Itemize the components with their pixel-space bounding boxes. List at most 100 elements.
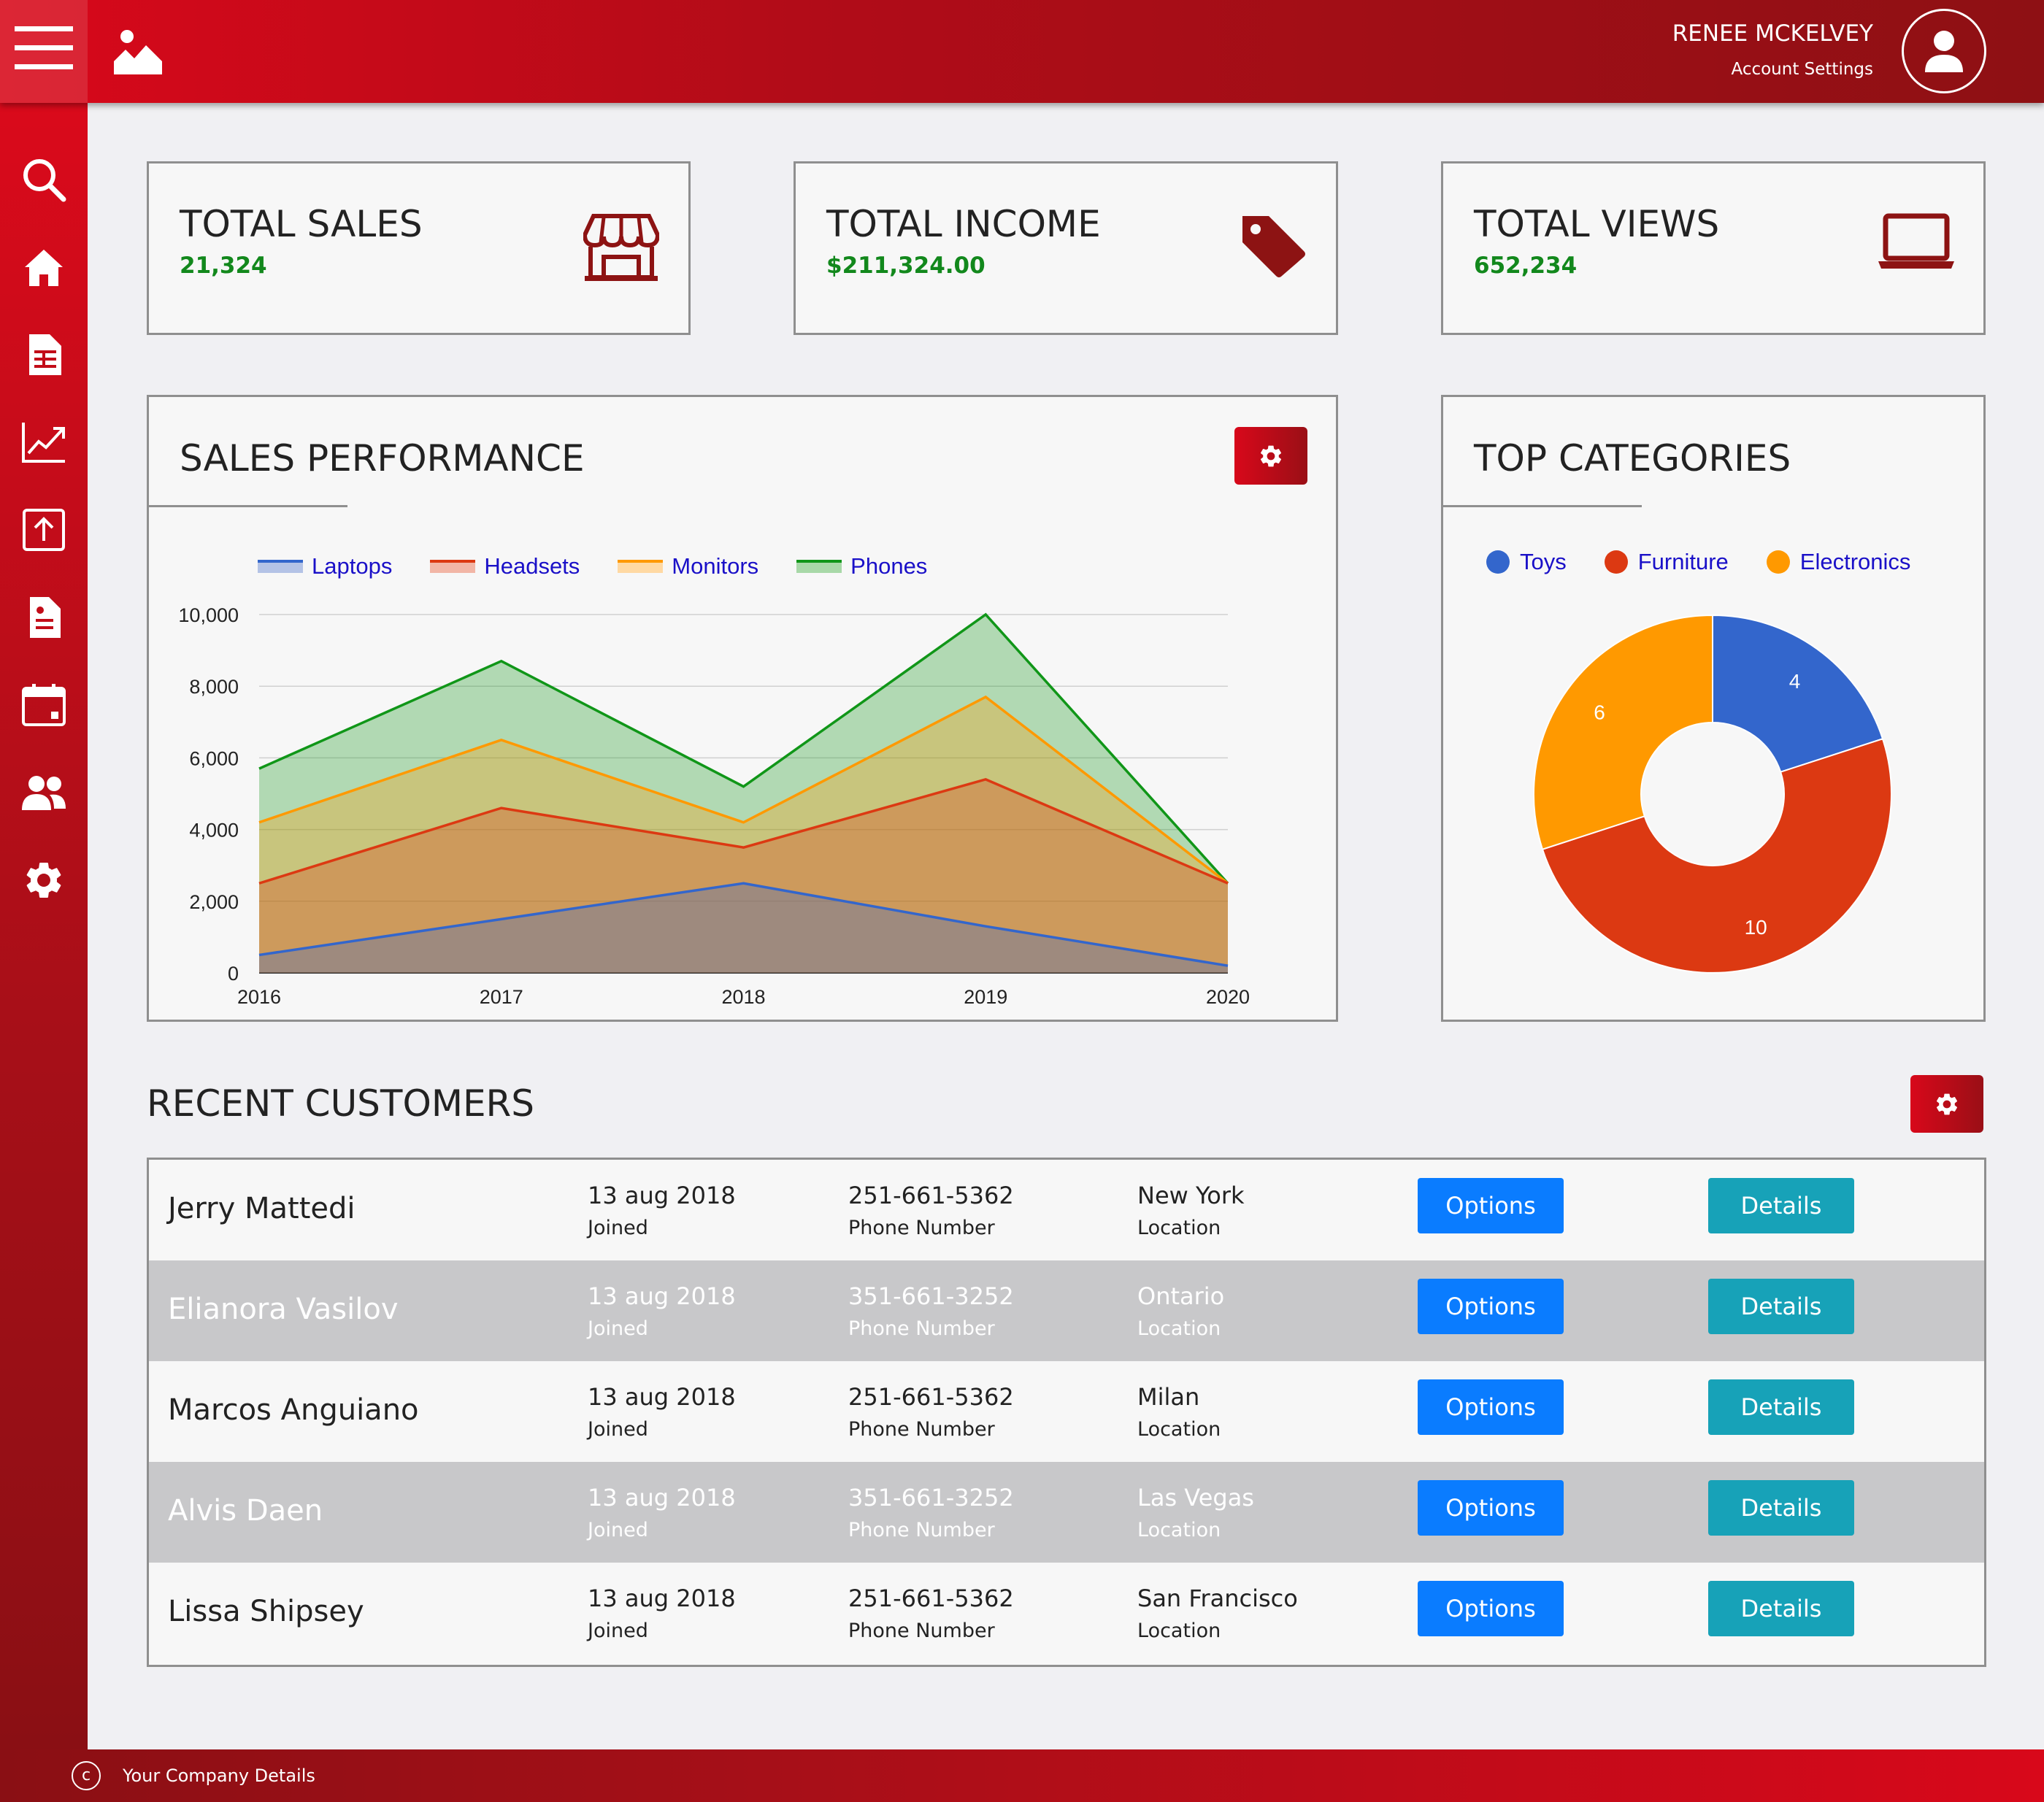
gear-icon (1936, 1093, 1958, 1114)
customer-name[interactable]: Elianora Vasilov (168, 1293, 399, 1326)
store-icon (583, 214, 659, 281)
user-name[interactable]: RENEE MCKELVEY (1672, 20, 1873, 47)
location-label: Location (1137, 1418, 1221, 1441)
home-icon (25, 250, 63, 286)
location-label: Location (1137, 1519, 1221, 1541)
phone-label: Phone Number (848, 1217, 995, 1239)
stat-value: $211,324.00 (826, 253, 986, 279)
joined-date: 13 aug 2018 (588, 1182, 736, 1209)
phone-number: 251-661-5362 (848, 1182, 1014, 1209)
options-button[interactable]: Options (1418, 1480, 1564, 1536)
location: San Francisco (1137, 1585, 1298, 1612)
location: Ontario (1137, 1282, 1225, 1310)
stat-card-total-income: TOTAL INCOME $211,324.00 (794, 161, 1338, 335)
x-tick-label: 2017 (480, 986, 523, 1008)
customer-name[interactable]: Marcos Anguiano (168, 1393, 419, 1427)
slice-value-label: 6 (1594, 701, 1605, 723)
details-button[interactable]: Details (1708, 1279, 1854, 1334)
recent-customers-title: RECENT CUSTOMERS (147, 1082, 535, 1125)
phone-label: Phone Number (848, 1317, 995, 1340)
sidebar-item-analytics[interactable] (0, 406, 88, 479)
avatar[interactable] (1902, 9, 1986, 93)
phone-label: Phone Number (848, 1519, 995, 1541)
slice-value-label: 4 (1789, 670, 1801, 693)
image-icon[interactable] (114, 28, 162, 74)
donut-slice-electronics[interactable] (1533, 614, 1713, 850)
user-icon (1925, 31, 1963, 72)
location: Las Vegas (1137, 1484, 1254, 1512)
stat-card-total-sales: TOTAL SALES 21,324 (147, 161, 691, 335)
customers-table: Jerry Mattedi 13 aug 2018 Joined 251-661… (147, 1158, 1986, 1667)
stat-title: TOTAL SALES (180, 203, 423, 245)
details-button[interactable]: Details (1708, 1379, 1854, 1435)
users-icon (22, 776, 66, 810)
joined-date: 13 aug 2018 (588, 1585, 736, 1612)
phone-number: 251-661-5362 (848, 1383, 1014, 1411)
sidebar-item-search[interactable] (0, 143, 88, 216)
footer-company-details[interactable]: Your Company Details (123, 1766, 315, 1786)
sidebar-item-home[interactable] (0, 231, 88, 304)
customer-name[interactable]: Lissa Shipsey (168, 1595, 364, 1628)
phone-number: 251-661-5362 (848, 1585, 1014, 1612)
stat-value: 652,234 (1474, 253, 1578, 279)
x-tick-label: 2016 (237, 986, 281, 1008)
options-button[interactable]: Options (1418, 1279, 1564, 1334)
x-tick-label: 2020 (1206, 986, 1250, 1008)
sidebar-item-calendar[interactable] (0, 669, 88, 742)
categories-donut-chart: 4 10 6 (1533, 614, 1892, 974)
search-icon (23, 159, 66, 202)
y-tick-label: 6,000 (189, 747, 239, 769)
joined-label: Joined (588, 1418, 648, 1441)
customer-name[interactable]: Jerry Mattedi (168, 1192, 355, 1225)
joined-label: Joined (588, 1620, 648, 1642)
options-button[interactable]: Options (1418, 1178, 1564, 1233)
stat-title: TOTAL VIEWS (1474, 203, 1720, 245)
sidebar-item-reports[interactable] (0, 581, 88, 654)
table-row: Alvis Daen 13 aug 2018 Joined 351-661-32… (149, 1462, 1984, 1563)
phone-label: Phone Number (848, 1620, 995, 1642)
y-tick-label: 0 (228, 963, 239, 985)
top-bar: RENEE MCKELVEY Account Settings (0, 0, 2044, 103)
details-button[interactable]: Details (1708, 1581, 1854, 1636)
stat-value: 21,324 (180, 253, 267, 279)
menu-button[interactable] (0, 0, 88, 103)
account-settings-link[interactable]: Account Settings (1731, 60, 1873, 79)
tag-icon (1242, 216, 1305, 277)
joined-label: Joined (588, 1519, 648, 1541)
sidebar-item-upload[interactable] (0, 493, 88, 566)
details-button[interactable]: Details (1708, 1178, 1854, 1233)
phone-label: Phone Number (848, 1418, 995, 1441)
table-icon (29, 334, 61, 375)
laptop-icon (1878, 213, 1954, 269)
phone-number: 351-661-3252 (848, 1282, 1014, 1310)
joined-date: 13 aug 2018 (588, 1383, 736, 1411)
sidebar-item-settings[interactable] (0, 844, 88, 917)
customer-name[interactable]: Alvis Daen (168, 1494, 323, 1528)
details-button[interactable]: Details (1708, 1480, 1854, 1536)
chart-line-icon (22, 423, 65, 463)
location-label: Location (1137, 1317, 1221, 1340)
stat-card-total-views: TOTAL VIEWS 652,234 (1441, 161, 1986, 335)
y-tick-label: 4,000 (189, 820, 239, 842)
footer: c Your Company Details (0, 1749, 2044, 1802)
upload-icon (23, 509, 65, 551)
slice-value-label: 10 (1745, 916, 1767, 939)
x-tick-label: 2019 (964, 986, 1007, 1008)
menu-icon (15, 26, 73, 69)
options-button[interactable]: Options (1418, 1379, 1564, 1435)
phone-number: 351-661-3252 (848, 1484, 1014, 1512)
sidebar-item-table[interactable] (0, 318, 88, 391)
joined-label: Joined (588, 1317, 648, 1340)
options-button[interactable]: Options (1418, 1581, 1564, 1636)
customers-settings-button[interactable] (1910, 1075, 1983, 1133)
sidebar-item-users[interactable] (0, 756, 88, 829)
table-row: Marcos Anguiano 13 aug 2018 Joined 251-6… (149, 1361, 1984, 1462)
joined-label: Joined (588, 1217, 648, 1239)
gear-icon (26, 863, 61, 898)
document-icon (30, 597, 61, 638)
calendar-icon (22, 684, 66, 726)
location-label: Location (1137, 1217, 1221, 1239)
location-label: Location (1137, 1620, 1221, 1642)
y-tick-label: 2,000 (189, 891, 239, 913)
location: New York (1137, 1182, 1245, 1209)
